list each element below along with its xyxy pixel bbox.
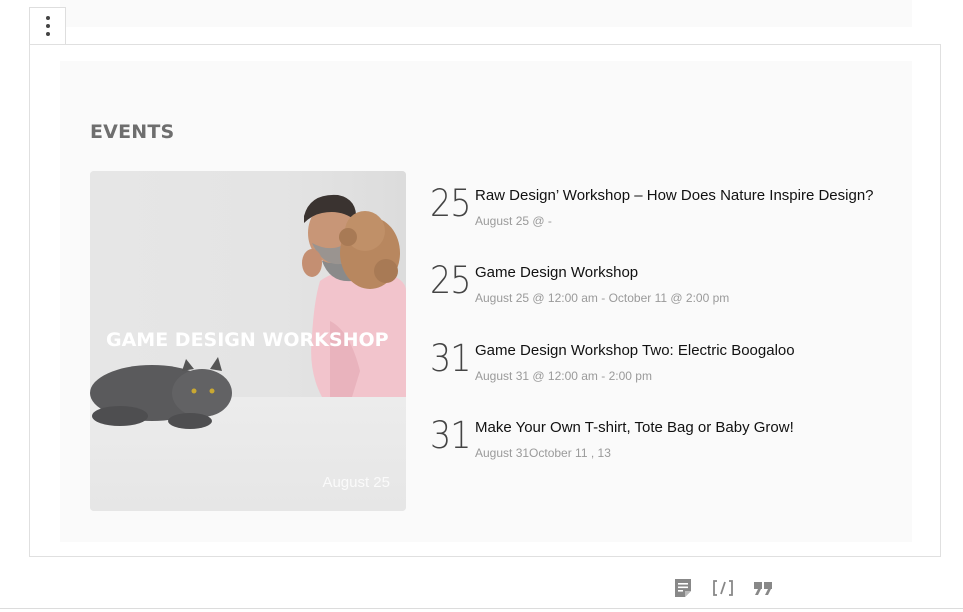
events-block[interactable]: EVENTS GAME DESIGN WORKSHOP August 25 25… — [29, 44, 941, 557]
more-vertical-icon — [45, 16, 50, 36]
shortcode-icon[interactable] — [712, 577, 734, 599]
block-options-button[interactable] — [29, 7, 66, 44]
event-item: 25 Game Design Workshop August 25 @ 12:0… — [430, 248, 910, 308]
previous-block-strip — [60, 0, 912, 27]
event-item: 25 Raw Design’ Workshop – How Does Natur… — [430, 171, 910, 231]
event-title-link[interactable]: Game Design Workshop Two: Electric Booga… — [475, 342, 795, 359]
event-title-link[interactable]: Game Design Workshop — [475, 264, 638, 281]
event-item: 31 Game Design Workshop Two: Electric Bo… — [430, 326, 910, 386]
event-datetime: August 25 @ 12:00 am - October 11 @ 2:00… — [475, 291, 730, 305]
events-panel: EVENTS GAME DESIGN WORKSHOP August 25 25… — [60, 61, 912, 542]
event-item: 31 Make Your Own T-shirt, Tote Bag or Ba… — [430, 403, 910, 463]
event-day: 31 — [430, 414, 471, 457]
event-day: 31 — [430, 337, 471, 380]
quote-icon[interactable] — [752, 577, 774, 599]
event-day: 25 — [430, 259, 471, 302]
event-datetime: August 31 @ 12:00 am - 2:00 pm — [475, 369, 652, 383]
event-datetime: August 25 @ - — [475, 214, 552, 228]
paragraph-icon[interactable] — [672, 577, 694, 599]
event-title-link[interactable]: Make Your Own T-shirt, Tote Bag or Baby … — [475, 419, 794, 436]
section-heading: EVENTS — [90, 121, 175, 143]
block-inserter-toolbar — [672, 577, 774, 599]
featured-event-card[interactable]: GAME DESIGN WORKSHOP August 25 — [90, 171, 406, 511]
page-divider — [0, 608, 963, 609]
event-datetime: August 31October 11 , 13 — [475, 446, 611, 460]
featured-event-title[interactable]: GAME DESIGN WORKSHOP — [106, 329, 389, 351]
featured-event-date: August 25 — [322, 474, 390, 491]
event-title-link[interactable]: Raw Design’ Workshop – How Does Nature I… — [475, 187, 874, 204]
event-day: 25 — [430, 182, 471, 225]
